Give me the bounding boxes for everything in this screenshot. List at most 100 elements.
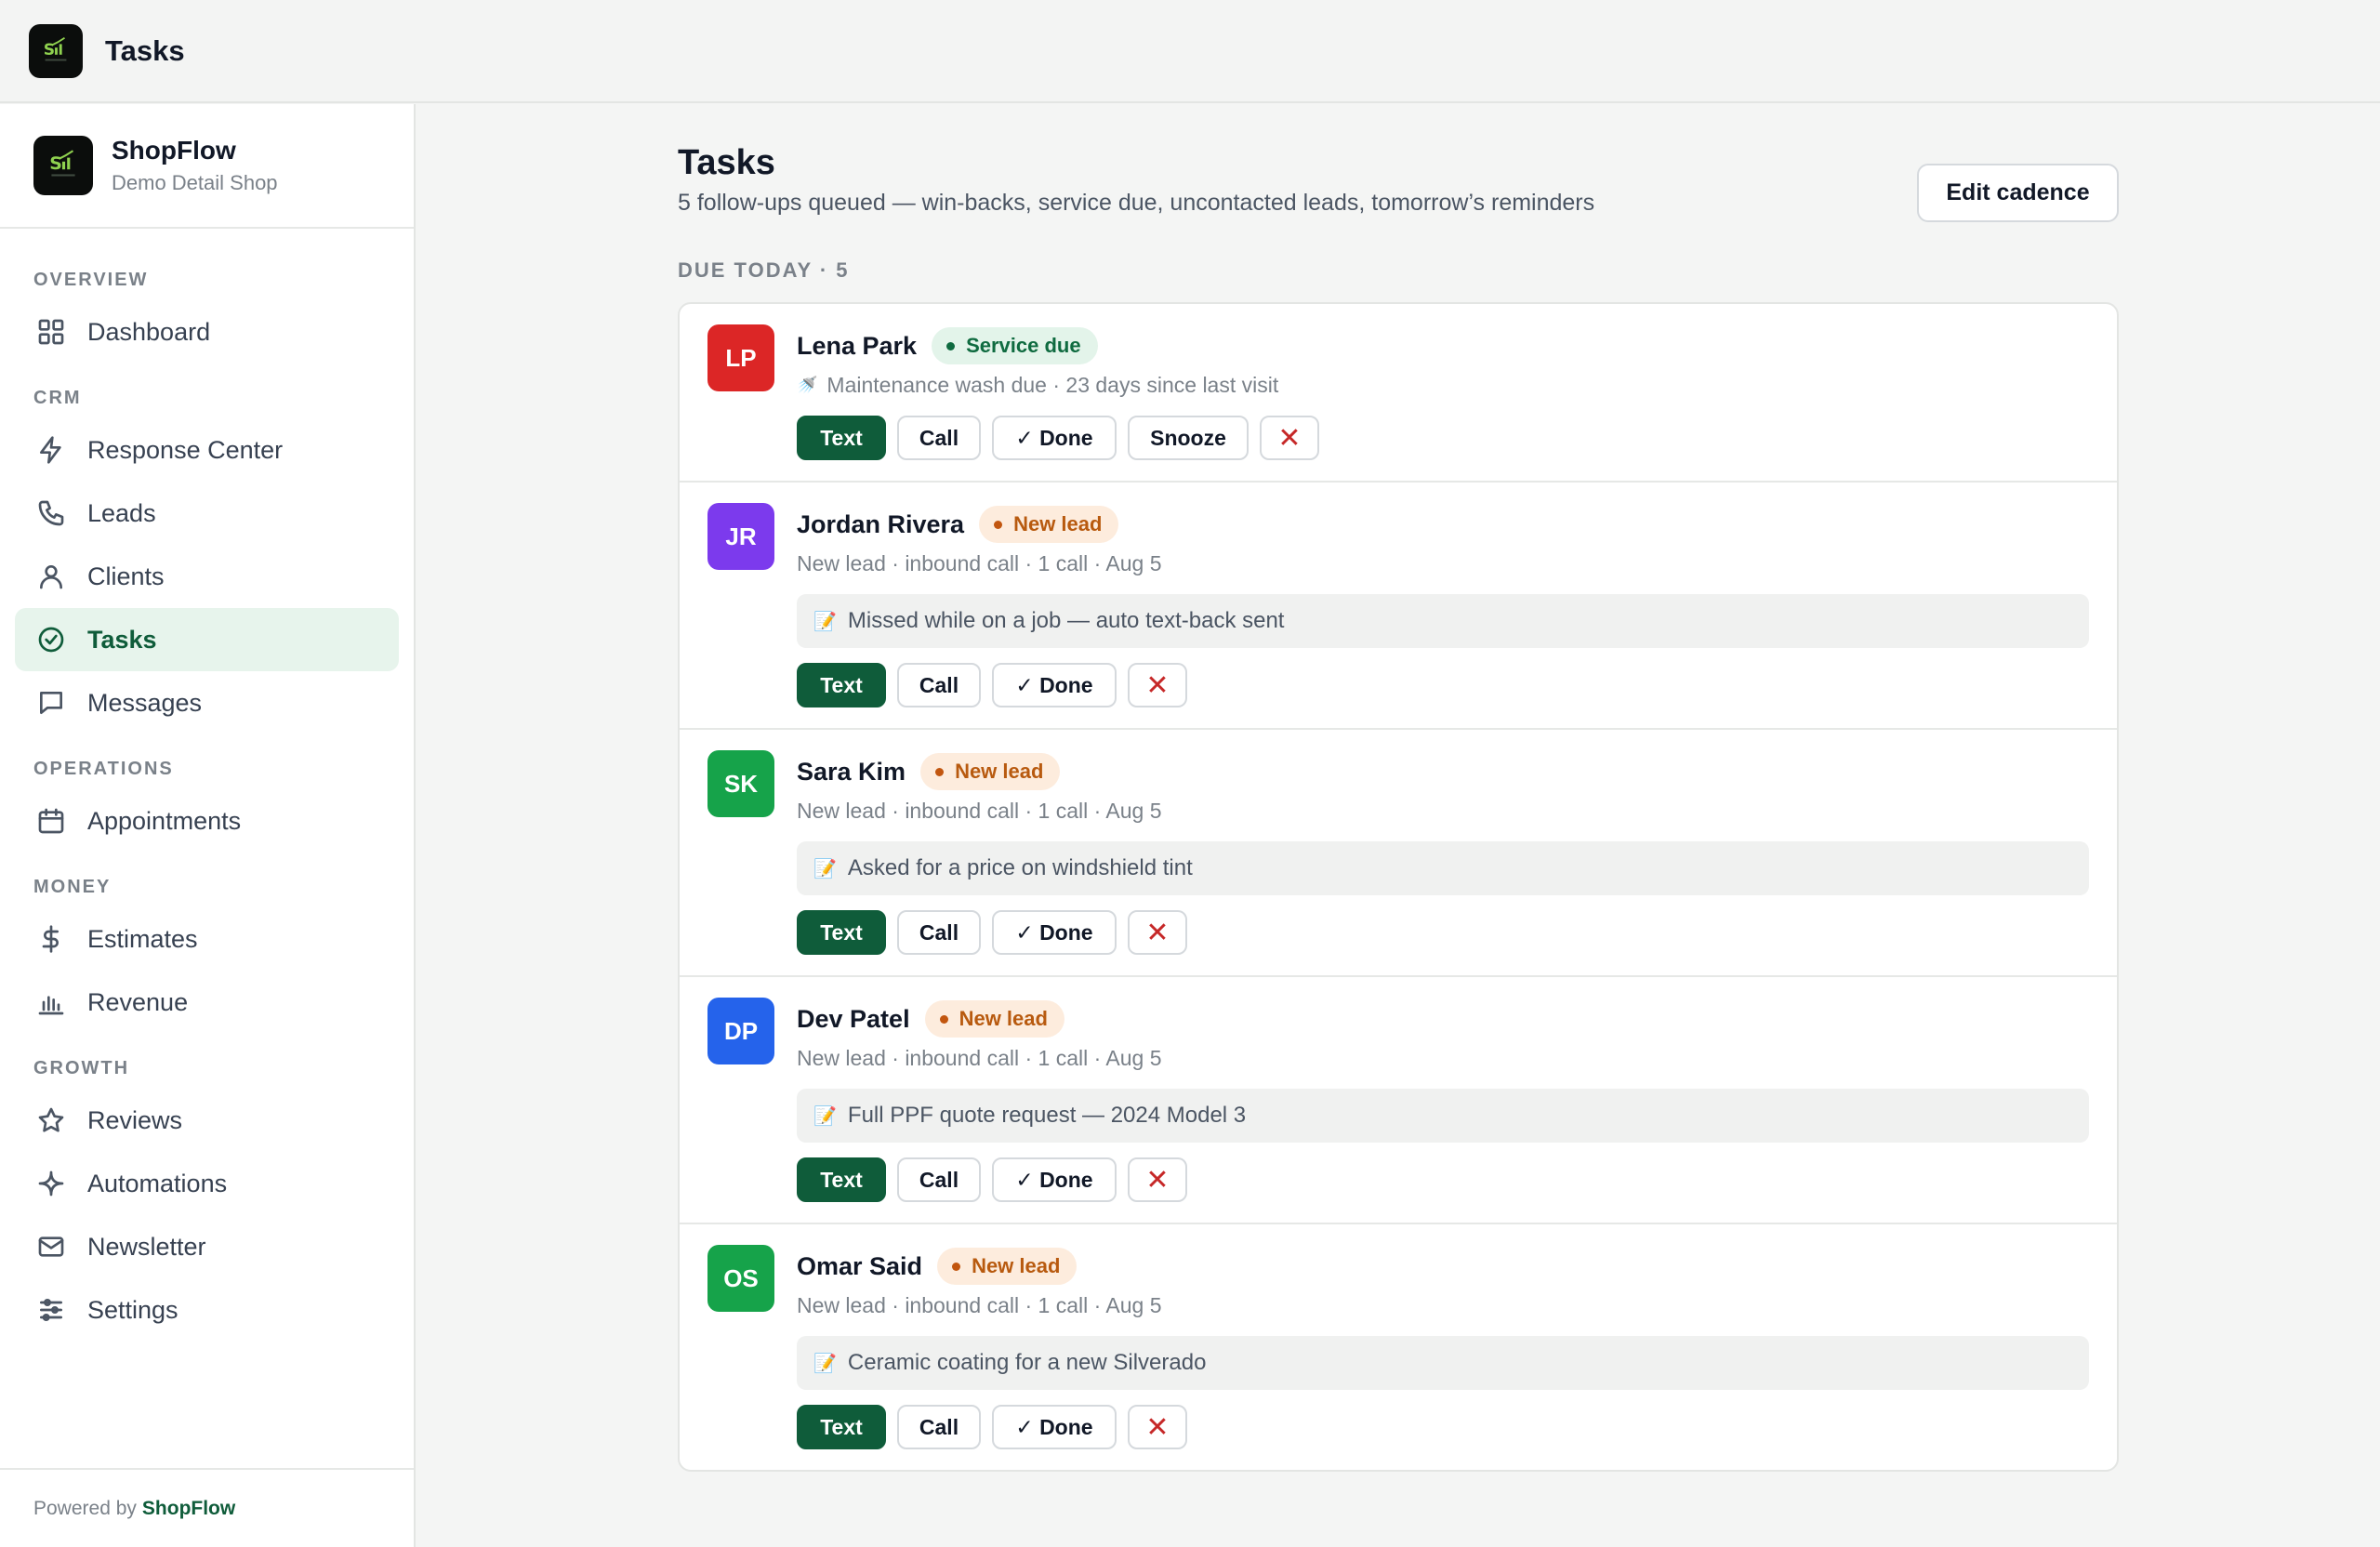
sidebar-item-label: Tasks xyxy=(87,625,157,654)
sidebar-item-revenue[interactable]: Revenue xyxy=(15,971,399,1034)
sidebar-item-reviews[interactable]: Reviews xyxy=(15,1089,399,1152)
status-dot-icon xyxy=(946,341,956,350)
chat-icon xyxy=(35,687,67,719)
done-button[interactable]: ✓ Done xyxy=(992,1405,1117,1449)
sidebar-item-label: Appointments xyxy=(87,806,242,835)
sidebar-nav: OVERVIEW Dashboard CRM Response Center L… xyxy=(0,229,414,1342)
sidebar-item-estimates[interactable]: Estimates xyxy=(15,907,399,971)
app-logo[interactable]: S xyxy=(29,23,83,78)
section-label-overview: OVERVIEW xyxy=(33,269,149,290)
sidebar-item-messages[interactable]: Messages xyxy=(15,671,399,734)
status-badge: New lead xyxy=(937,1248,1078,1285)
page-subtitle: 5 follow-ups queued — win-backs, service… xyxy=(678,190,1595,216)
brand-logo: S xyxy=(33,136,93,195)
task-meta: 🚿 Maintenance wash due · 23 days since la… xyxy=(797,369,2089,401)
call-button[interactable]: Call xyxy=(897,1157,981,1202)
contact-name[interactable]: Omar Said xyxy=(797,1252,922,1281)
task-card: LP Lena Park Service due 🚿 Maintenance wash … xyxy=(680,304,2117,483)
avatar[interactable]: DP xyxy=(707,998,774,1064)
memo-icon: 📝 xyxy=(813,1105,837,1127)
top-bar: S Tasks xyxy=(0,0,2380,103)
sidebar-item-response-center[interactable]: Response Center xyxy=(15,418,399,482)
avatar[interactable]: OS xyxy=(707,1245,774,1312)
check-circle-icon xyxy=(35,624,67,655)
text-button[interactable]: Text xyxy=(797,663,886,707)
status-dot-icon xyxy=(935,767,945,776)
dismiss-button[interactable]: ✕ xyxy=(1128,663,1187,707)
avatar[interactable]: SK xyxy=(707,750,774,817)
sidebar-item-label: Newsletter xyxy=(87,1232,206,1261)
text-button[interactable]: Text xyxy=(797,1405,886,1449)
task-meta-text: New lead · inbound call · 1 call · Aug 5 xyxy=(797,798,1162,823)
done-button[interactable]: ✓ Done xyxy=(992,910,1117,955)
text-button[interactable]: Text xyxy=(797,1157,886,1202)
sidebar-item-newsletter[interactable]: Newsletter xyxy=(15,1215,399,1278)
task-note-text: Missed while on a job — auto text-back s… xyxy=(847,608,1285,633)
text-button[interactable]: Text xyxy=(797,910,886,955)
sliders-icon xyxy=(35,1294,67,1326)
status-badge: New lead xyxy=(979,506,1119,543)
star-icon xyxy=(35,1104,67,1136)
memo-icon: 📝 xyxy=(813,1353,837,1374)
done-button[interactable]: ✓ Done xyxy=(992,663,1117,707)
page-title: Tasks xyxy=(678,143,775,182)
powered-by-brand[interactable]: ShopFlow xyxy=(142,1498,235,1520)
sidebar-item-label: Revenue xyxy=(87,987,189,1016)
task-actions: Text Call ✓ Done ✕ xyxy=(797,663,2089,728)
avatar[interactable]: LP xyxy=(707,324,774,391)
dismiss-button[interactable]: ✕ xyxy=(1260,416,1319,460)
sidebar-item-label: Messages xyxy=(87,688,203,717)
sidebar-item-label: Settings xyxy=(87,1295,178,1324)
call-button[interactable]: Call xyxy=(897,663,981,707)
task-meta-text: New lead · inbound call · 1 call · Aug 5 xyxy=(797,1292,1162,1317)
status-badge-label: New lead xyxy=(1013,512,1103,536)
sidebar-item-tasks[interactable]: Tasks xyxy=(15,608,399,671)
lightning-icon xyxy=(35,434,67,466)
text-button[interactable]: Text xyxy=(797,416,886,460)
task-card: JR Jordan Rivera New lead New lead · inboun… xyxy=(680,483,2117,730)
call-button[interactable]: Call xyxy=(897,910,981,955)
done-button[interactable]: ✓ Done xyxy=(992,416,1117,460)
task-note: 📝 Missed while on a job — auto text-back … xyxy=(797,594,2089,648)
shower-icon: 🚿 xyxy=(797,375,818,394)
dismiss-button[interactable]: ✕ xyxy=(1128,1405,1187,1449)
brand-header[interactable]: S ShopFlow Demo Detail Shop xyxy=(0,104,414,229)
shopflow-logo-icon: S xyxy=(44,36,67,60)
section-label-operations: OPERATIONS xyxy=(33,758,174,779)
sidebar-item-leads[interactable]: Leads xyxy=(15,482,399,545)
call-button[interactable]: Call xyxy=(897,416,981,460)
sparkle-icon xyxy=(35,1168,67,1199)
contact-name[interactable]: Dev Patel xyxy=(797,1005,910,1034)
task-note: 📝 Asked for a price on windshield tint xyxy=(797,841,2089,895)
sidebar-item-label: Leads xyxy=(87,498,156,527)
snooze-button[interactable]: Snooze xyxy=(1128,416,1249,460)
call-button[interactable]: Call xyxy=(897,1405,981,1449)
dismiss-button[interactable]: ✕ xyxy=(1128,1157,1187,1202)
sidebar-item-automations[interactable]: Automations xyxy=(15,1152,399,1215)
sidebar-item-settings[interactable]: Settings xyxy=(15,1278,399,1342)
task-meta: New lead · inbound call · 1 call · Aug 5 xyxy=(797,548,2089,579)
sidebar-item-dashboard[interactable]: Dashboard xyxy=(15,300,399,364)
task-note: 📝 Full PPF quote request — 2024 Model 3 xyxy=(797,1089,2089,1143)
edit-cadence-button[interactable]: Edit cadence xyxy=(1917,164,2119,222)
status-badge-label: New lead xyxy=(955,760,1044,783)
task-meta: New lead · inbound call · 1 call · Aug 5 xyxy=(797,1289,2089,1321)
sidebar-item-appointments[interactable]: Appointments xyxy=(15,789,399,853)
contact-name[interactable]: Lena Park xyxy=(797,332,917,361)
dismiss-button[interactable]: ✕ xyxy=(1128,910,1187,955)
status-badge-label: New lead xyxy=(972,1254,1061,1277)
task-meta-text: New lead · inbound call · 1 call · Aug 5 xyxy=(797,550,1162,575)
done-button[interactable]: ✓ Done xyxy=(992,1157,1117,1202)
contact-name[interactable]: Jordan Rivera xyxy=(797,510,964,539)
phone-icon xyxy=(35,497,67,529)
contact-name[interactable]: Sara Kim xyxy=(797,758,906,787)
sidebar-footer: Powered by ShopFlow xyxy=(0,1468,414,1547)
task-meta: New lead · inbound call · 1 call · Aug 5 xyxy=(797,795,2089,826)
powered-by-label: Powered by xyxy=(33,1497,137,1519)
grid-icon xyxy=(35,316,67,348)
task-note: 📝 Ceramic coating for a new Silverado xyxy=(797,1336,2089,1390)
status-dot-icon xyxy=(952,1262,961,1271)
task-note-text: Full PPF quote request — 2024 Model 3 xyxy=(847,1103,1247,1128)
sidebar-item-clients[interactable]: Clients xyxy=(15,545,399,608)
avatar[interactable]: JR xyxy=(707,503,774,570)
